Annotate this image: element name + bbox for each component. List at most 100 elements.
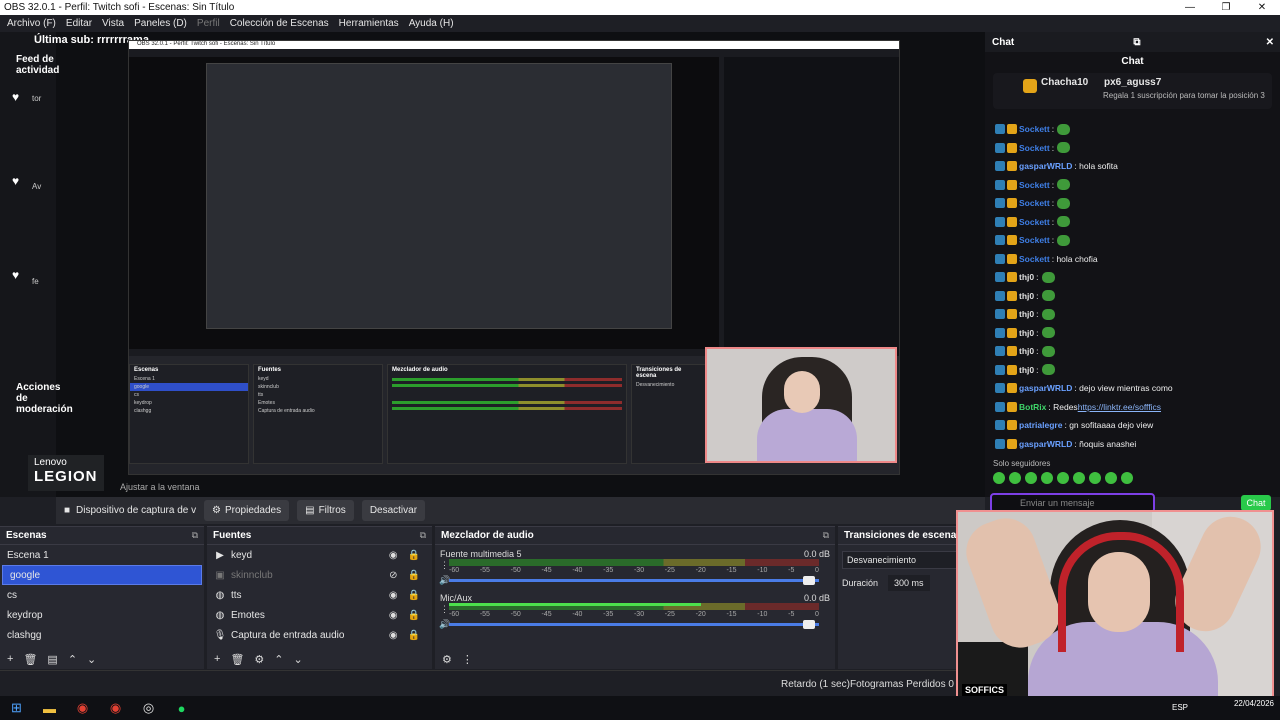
meter-tick-label: -50 [510,567,521,574]
trash-icon[interactable]: 🗑 [230,653,244,666]
menu-edit[interactable]: Editar [61,18,97,29]
chat-username[interactable]: patrialegre [1019,420,1062,430]
duration-input[interactable]: 300 ms [888,575,930,591]
source-item[interactable]: ◍ tts ◉ 🔒 [207,585,432,605]
gear-icon[interactable]: ⚙ [254,653,264,666]
volume-slider-handle[interactable] [803,620,815,629]
file-explorer-icon[interactable]: ▬ [33,696,66,720]
source-item[interactable]: 🎙 Captura de entrada audio ◉ 🔒 [207,625,432,645]
chat-username[interactable]: Sockett [1019,254,1050,264]
fit-to-window-label[interactable]: Ajustar a la ventana [120,482,200,492]
menu-file[interactable]: Archivo (F) [2,18,61,29]
volume-slider[interactable] [449,623,819,626]
menu-scene-collection[interactable]: Colección de Escenas [225,18,334,29]
chat-username[interactable]: Sockett [1019,180,1050,190]
menu-help[interactable]: Ayuda (H) [404,18,459,29]
undock-icon[interactable]: ⧉ [420,530,426,541]
lock-icon[interactable]: 🔒 [408,630,420,641]
emote-icon[interactable] [1057,472,1069,484]
maximize-button[interactable]: ❐ [1208,0,1244,15]
undock-icon[interactable]: ⧉ [823,530,829,541]
move-down-icon[interactable]: ⌄ [294,653,303,666]
volume-slider[interactable] [449,579,819,582]
scene-item[interactable]: cs [0,585,204,605]
eye-hidden-icon[interactable]: ⊘ [389,570,397,581]
undock-icon[interactable]: ⧉ [1133,37,1140,48]
scene-item-selected[interactable]: google [2,565,202,585]
emote-icon[interactable] [1121,472,1133,484]
minimize-button[interactable]: — [1172,0,1208,15]
trash-icon[interactable]: 🗑 [23,653,37,666]
eye-icon[interactable]: ◉ [389,590,398,601]
add-icon[interactable]: + [7,653,13,665]
filter-icon[interactable]: ▤ [47,653,57,666]
chat-username[interactable]: thj0 [1019,346,1034,356]
chat-username[interactable]: BotRix [1019,402,1046,412]
lock-icon[interactable]: 🔒 [408,610,420,621]
chat-username[interactable]: Sockett [1019,217,1050,227]
lock-icon[interactable]: 🔒 [408,550,420,561]
spotify-icon[interactable]: ● [165,696,198,720]
eye-icon[interactable]: ◉ [389,610,398,621]
properties-button[interactable]: ⚙ Propiedades [204,500,290,521]
source-item[interactable]: ▣ skinnclub ⊘ 🔒 [207,565,432,585]
move-up-icon[interactable]: ⌃ [274,653,283,666]
emote-icon[interactable] [1009,472,1021,484]
emote-icon[interactable] [993,472,1005,484]
source-item[interactable]: ◍ Emotes ◉ 🔒 [207,605,432,625]
scene-item[interactable]: keydrop [0,605,204,625]
chat-username[interactable]: thj0 [1019,328,1034,338]
chat-send-button[interactable]: Chat [1241,495,1271,511]
chat-link[interactable]: https://linktr.ee/sofffics [1078,402,1161,412]
chrome-icon[interactable]: ◉ [66,696,99,720]
language-indicator[interactable]: ESP [1172,703,1188,712]
emote-icon[interactable] [1041,472,1053,484]
obs-icon[interactable]: ◎ [132,696,165,720]
nested-sources-title: Fuentes [258,367,282,373]
menu-docks[interactable]: Paneles (D) [129,18,192,29]
close-button[interactable]: ✕ [1244,0,1280,15]
close-icon[interactable]: ✕ [1266,37,1274,48]
lock-icon[interactable]: 🔒 [408,570,420,581]
eye-icon[interactable]: ◉ [389,630,398,641]
channel-menu-icon[interactable]: ⋮ [440,560,449,571]
windows-start-icon[interactable]: ⊞ [0,696,33,720]
lock-icon[interactable]: 🔒 [408,590,420,601]
chrome-profile-icon[interactable]: ◉ [99,696,132,720]
image-icon: ▣ [215,569,225,581]
move-up-icon[interactable]: ⌃ [68,653,77,666]
channel-menu-icon[interactable]: ⋮ [440,604,449,615]
chat-username[interactable]: thj0 [1019,365,1034,375]
preview-canvas[interactable]: Última sub: rrrrrrrama Feed de actividad… [0,32,985,497]
add-icon[interactable]: + [214,653,220,665]
emote-icon[interactable] [1073,472,1085,484]
chat-username[interactable]: gasparWRLD [1019,439,1072,449]
source-item[interactable]: ▶ keyd ◉ 🔒 [207,545,432,565]
chat-username[interactable]: thj0 [1019,291,1034,301]
chat-username[interactable]: thj0 [1019,272,1034,282]
chat-username[interactable]: Sockett [1019,124,1050,134]
chat-username[interactable]: gasparWRLD [1019,383,1072,393]
chat-username[interactable]: Sockett [1019,235,1050,245]
date-display[interactable]: 22/04/2026 [1234,699,1274,708]
deactivate-button[interactable]: Desactivar [361,500,426,521]
emote-icon[interactable] [1025,472,1037,484]
emote-icon[interactable] [1089,472,1101,484]
undock-icon[interactable]: ⧉ [192,530,198,541]
menu-tools[interactable]: Herramientas [334,18,404,29]
eye-icon[interactable]: ◉ [389,550,398,561]
volume-slider-handle[interactable] [803,576,815,585]
filters-button[interactable]: ▤ Filtros [297,500,354,521]
chat-username[interactable]: Sockett [1019,198,1050,208]
gear-icon[interactable]: ⚙ [442,653,452,666]
chat-username[interactable]: thj0 [1019,309,1034,319]
move-down-icon[interactable]: ⌄ [87,653,96,666]
scene-item[interactable]: Escena 1 [0,545,204,565]
menu-profile[interactable]: Perfil [192,18,225,29]
emote-icon[interactable] [1105,472,1117,484]
menu-dots-icon[interactable]: ⋮ [462,653,473,666]
chat-username[interactable]: gasparWRLD [1019,161,1072,171]
menu-view[interactable]: Vista [97,18,129,29]
scene-item[interactable]: clashgg [0,625,204,645]
chat-username[interactable]: Sockett [1019,143,1050,153]
